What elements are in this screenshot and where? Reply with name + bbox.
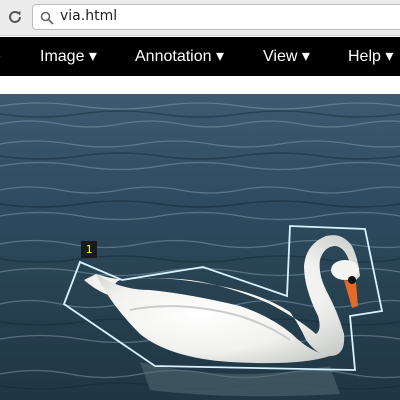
region-id-label: 1 [81,241,97,258]
app-menubar: e Image ▾ Annotation ▾ View ▾ Help ▾ [0,37,400,76]
menu-help[interactable]: Help ▾ [348,37,393,76]
menu-annotation[interactable]: Annotation ▾ [135,37,224,76]
search-icon [40,10,54,25]
browser-toolbar: via.html [0,0,400,36]
reload-icon[interactable] [5,7,25,27]
menu-image[interactable]: Image ▾ [40,37,97,76]
toolbar-spacer [0,76,400,94]
menu-project[interactable]: e [0,37,1,76]
address-bar[interactable]: via.html [32,4,400,30]
swan-photo [0,94,400,400]
menu-view[interactable]: View ▾ [263,37,310,76]
url-text: via.html [60,8,118,24]
image-canvas[interactable]: 1 [0,94,400,400]
